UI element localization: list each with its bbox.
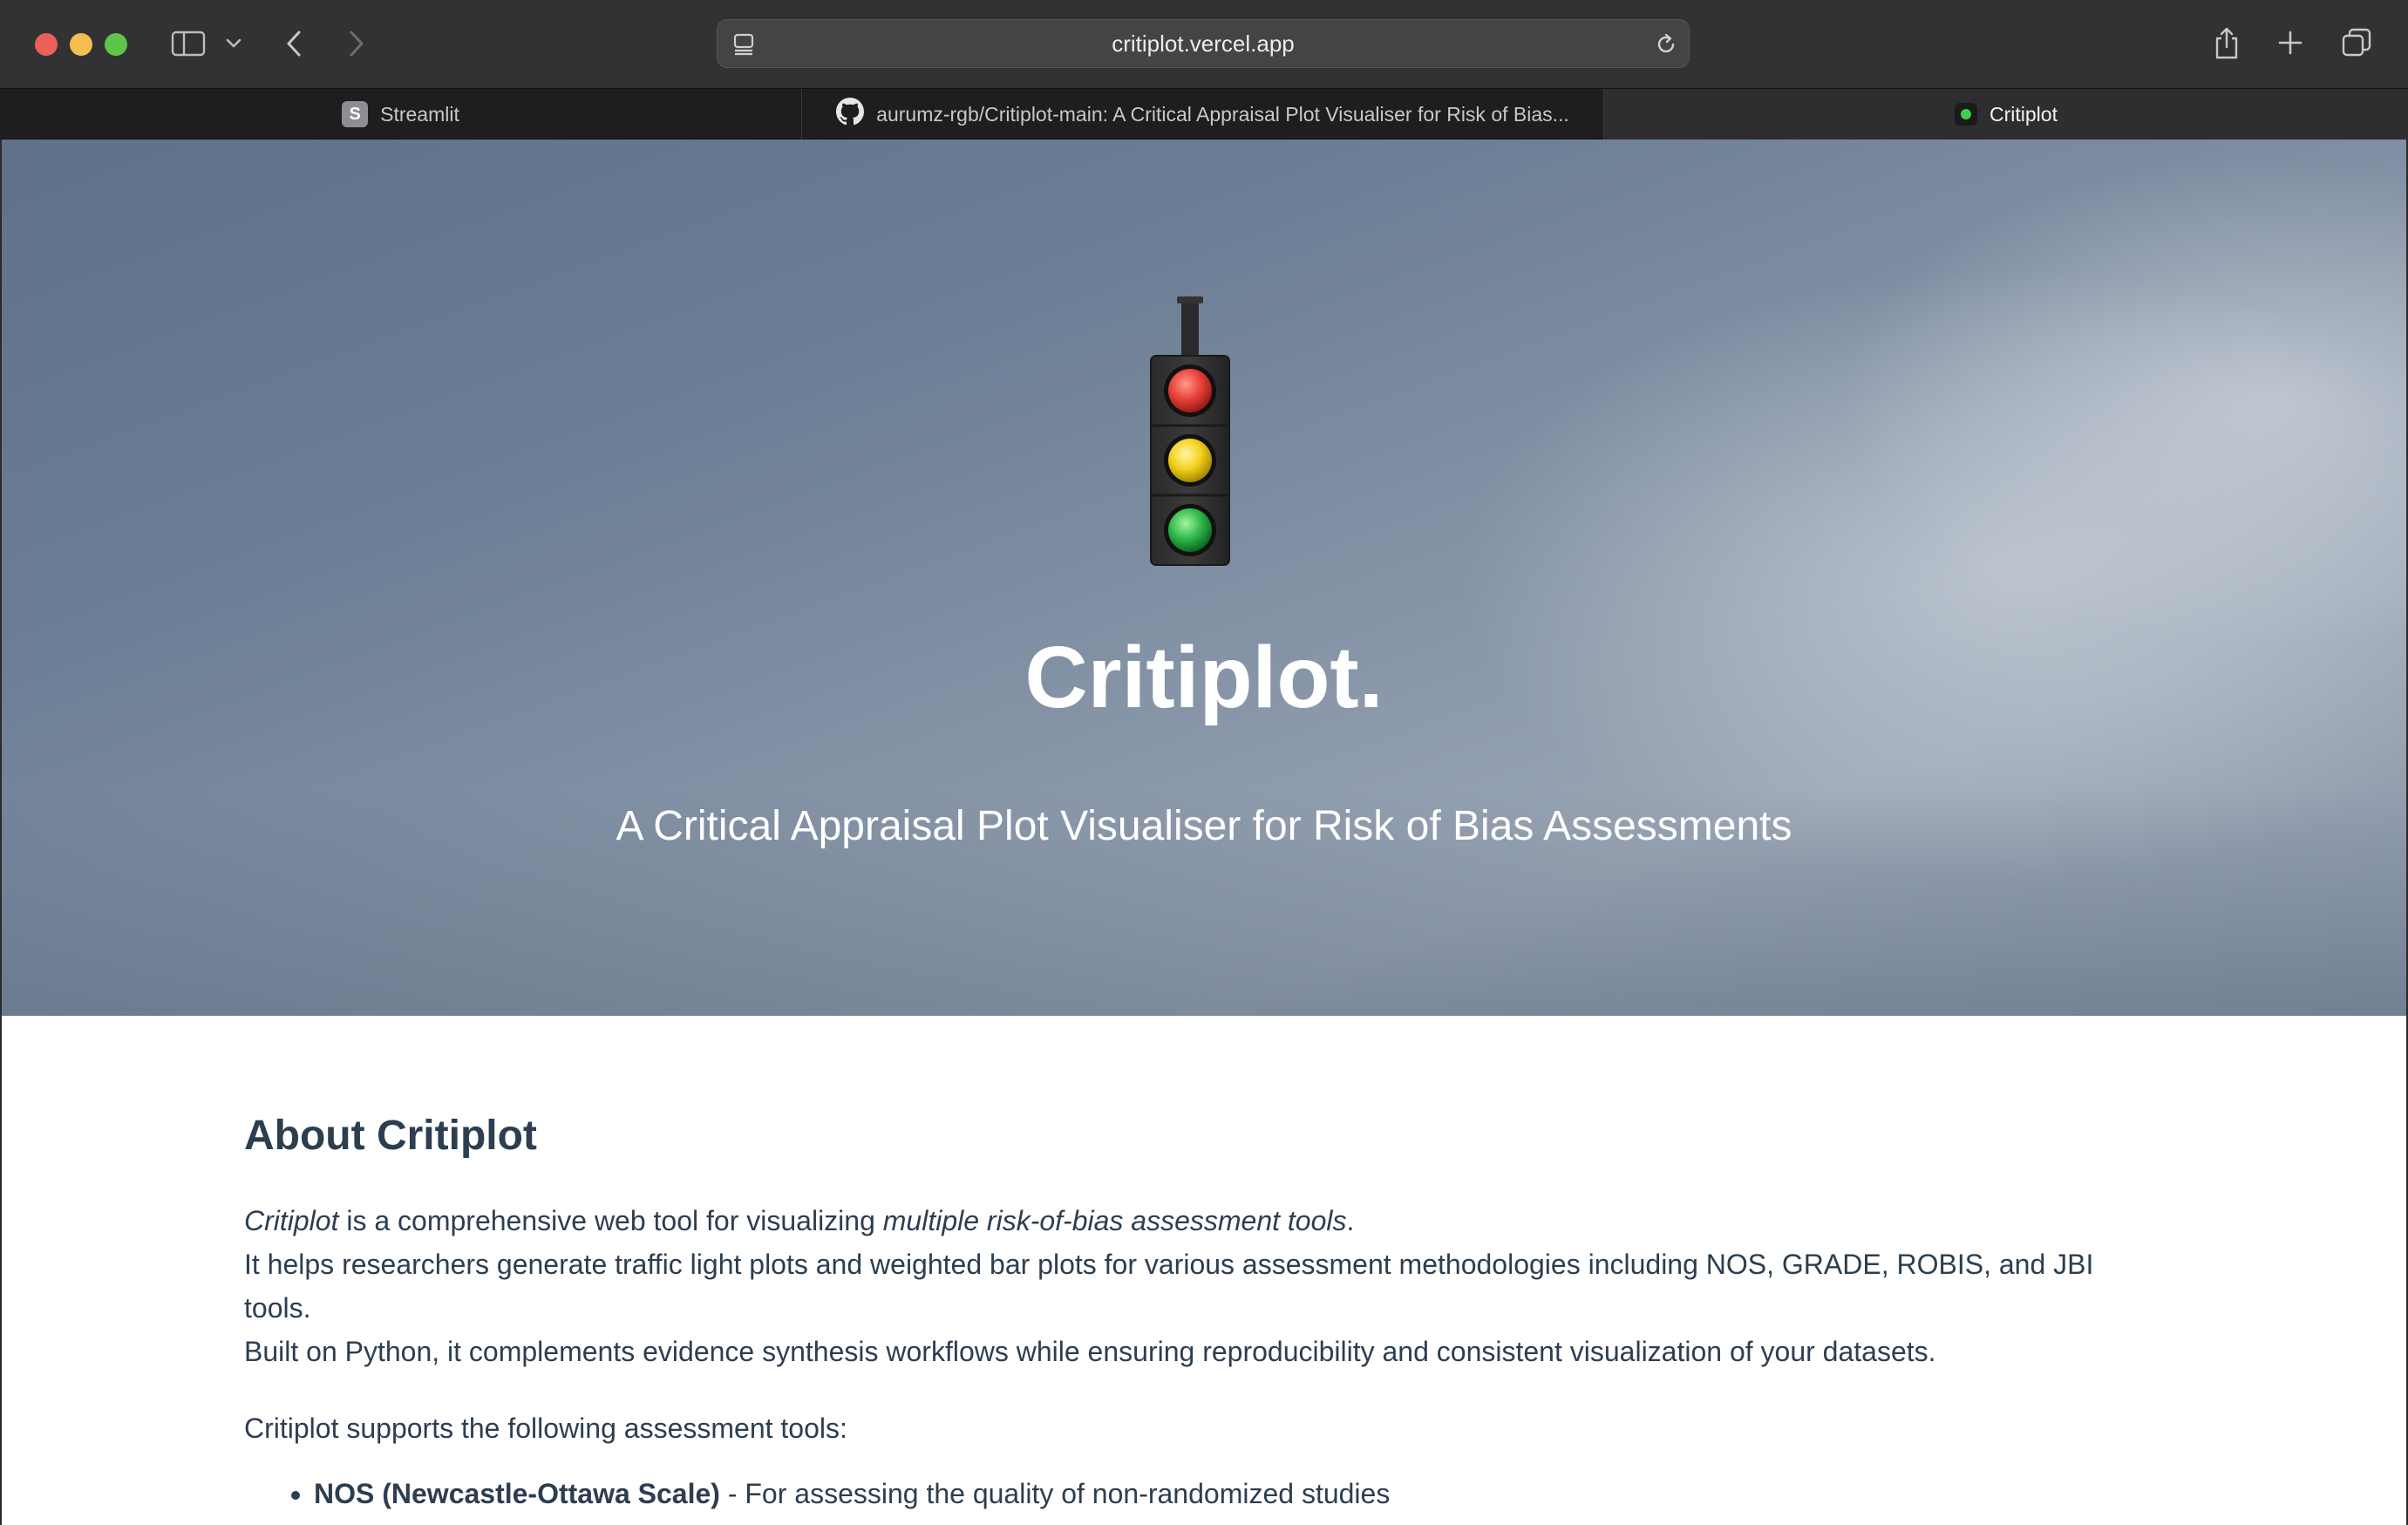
tab-overview-button[interactable] bbox=[2340, 26, 2373, 59]
browser-toolbar: critiplot.vercel.app bbox=[0, 0, 2408, 88]
tab-label: Critiplot bbox=[1990, 102, 2058, 126]
sidebar-icon bbox=[171, 31, 206, 57]
tab-bar: S Streamlit aurumz-rgb/Critiplot-main: A… bbox=[0, 88, 2408, 140]
tab-streamlit[interactable]: S Streamlit bbox=[0, 89, 802, 140]
hero-banner: Critiplot. A Critical Appraisal Plot Vis… bbox=[2, 140, 2406, 1016]
close-window-button[interactable] bbox=[35, 33, 58, 56]
forward-icon bbox=[350, 31, 364, 57]
about-line-1-end: . bbox=[1346, 1205, 1355, 1236]
sidebar-toggle-button[interactable] bbox=[169, 28, 207, 59]
critiplot-emphasis: Critiplot bbox=[244, 1205, 339, 1236]
address-bar[interactable]: critiplot.vercel.app bbox=[717, 19, 1690, 68]
zoom-window-button[interactable] bbox=[105, 33, 127, 56]
back-icon bbox=[287, 31, 301, 57]
tab-critiplot[interactable]: Critiplot bbox=[1604, 89, 2408, 140]
plus-icon bbox=[2278, 31, 2303, 55]
list-item: NOS (Newcastle-Ottawa Scale) - For asses… bbox=[314, 1478, 1390, 1510]
tab-github[interactable]: aurumz-rgb/Critiplot-main: A Critical Ap… bbox=[802, 89, 1604, 140]
page-subtitle: A Critical Appraisal Plot Visualiser for… bbox=[616, 803, 1792, 849]
about-heading: About Critiplot bbox=[244, 1113, 537, 1159]
reload-button[interactable] bbox=[1652, 31, 1680, 58]
critiplot-favicon-icon bbox=[1955, 103, 1978, 126]
tabs-overview-icon bbox=[2342, 28, 2371, 57]
tools-emphasis: multiple risk-of-bias assessment tools bbox=[882, 1205, 1347, 1236]
tab-label: Streamlit bbox=[380, 102, 459, 126]
about-line-1: Critiplot is a comprehensive web tool fo… bbox=[244, 1199, 2127, 1242]
reload-icon bbox=[1657, 33, 1675, 53]
new-tab-button[interactable] bbox=[2275, 28, 2305, 58]
tool-description: - For assessing the quality of non-rando… bbox=[719, 1478, 1391, 1509]
traffic-light-icon bbox=[1125, 296, 1255, 575]
tab-label: aurumz-rgb/Critiplot-main: A Critical Ap… bbox=[876, 102, 1569, 126]
back-button[interactable] bbox=[281, 26, 307, 61]
tool-name: NOS (Newcastle-Ottawa Scale) bbox=[314, 1478, 720, 1509]
about-description: Critiplot is a comprehensive web tool fo… bbox=[244, 1199, 2127, 1373]
about-line-2: It helps researchers generate traffic li… bbox=[244, 1249, 2094, 1324]
about-line-3: Built on Python, it complements evidence… bbox=[244, 1336, 1936, 1367]
forward-button[interactable] bbox=[344, 26, 370, 61]
sidebar-menu-button[interactable] bbox=[223, 33, 244, 54]
share-icon bbox=[2215, 27, 2238, 59]
page-title: Critiplot. bbox=[1024, 629, 1384, 726]
github-icon bbox=[836, 98, 865, 131]
streamlit-favicon-icon: S bbox=[342, 101, 369, 127]
tools-list: NOS (Newcastle-Ottawa Scale) - For asses… bbox=[244, 1478, 1390, 1525]
share-button[interactable] bbox=[2211, 24, 2242, 63]
supports-text: Critiplot supports the following assessm… bbox=[244, 1413, 847, 1444]
about-line-1-text: is a comprehensive web tool for visualiz… bbox=[338, 1205, 883, 1236]
url-text: critiplot.vercel.app bbox=[1112, 30, 1295, 57]
minimize-window-button[interactable] bbox=[70, 33, 92, 56]
chevron-down-icon bbox=[226, 38, 241, 48]
page-content: Critiplot. A Critical Appraisal Plot Vis… bbox=[2, 140, 2406, 1525]
